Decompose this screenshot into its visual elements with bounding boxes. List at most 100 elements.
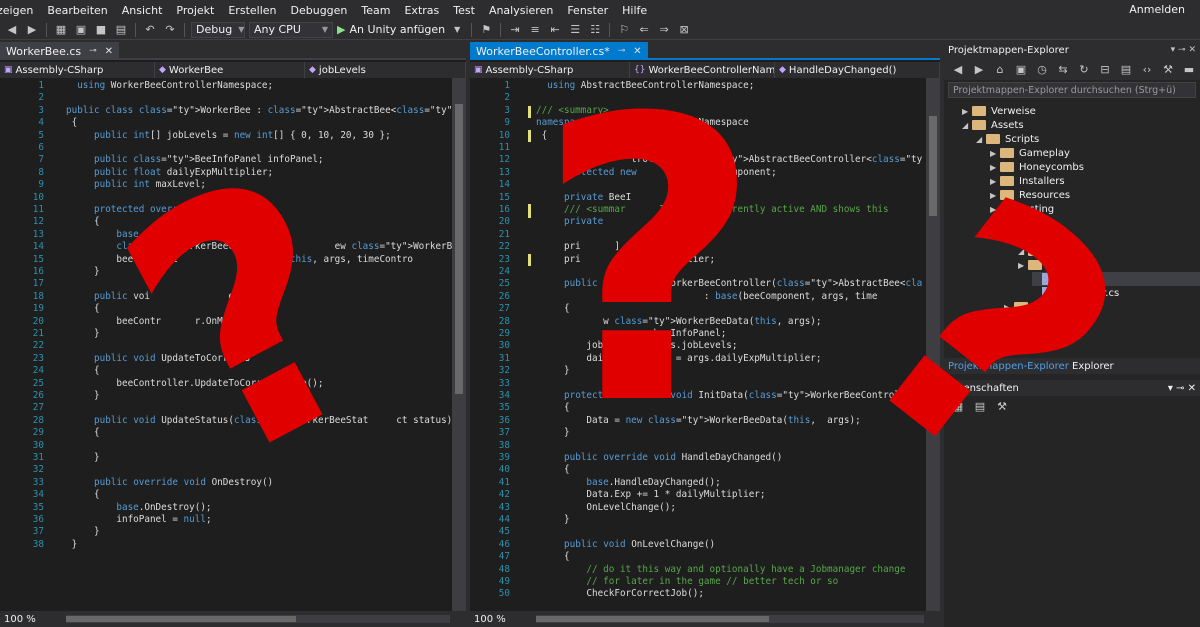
expand-toggle-icon[interactable]: ◢ xyxy=(976,135,986,144)
tree-item[interactable]: ▶ Verweise xyxy=(962,104,1200,118)
tree-item[interactable]: ▶ Installers xyxy=(990,174,1200,188)
pin-icon[interactable]: ⊸ xyxy=(89,46,97,56)
tab-workerbeecontroller[interactable]: WorkerBeeController.cs* ⊸ ✕ xyxy=(470,42,648,60)
configuration-dropdown[interactable]: Debug ▼ xyxy=(191,21,245,38)
preview-icon[interactable]: ▬ xyxy=(1181,61,1197,77)
tab-workerbee[interactable]: WorkerBee.cs ⊸ ✕ xyxy=(0,42,120,60)
switch-views-icon[interactable]: ▣ xyxy=(1013,61,1029,77)
tree-item[interactable]: ▶ Honeycombs xyxy=(990,160,1200,174)
tree-item[interactable]: ◢ its xyxy=(990,216,1200,230)
undo-icon[interactable]: ↶ xyxy=(142,22,158,38)
type-dropdown[interactable]: {}WorkerBeeControllerNamespac xyxy=(630,62,775,78)
expand-toggle-icon[interactable]: ◢ xyxy=(990,219,1000,228)
sync-icon[interactable]: ⇆ xyxy=(1055,61,1071,77)
project-dropdown[interactable]: ▣ Assembly-CSharp xyxy=(0,62,155,78)
comment-icon[interactable]: ☰ xyxy=(567,22,583,38)
wrench-icon[interactable]: ⚒ xyxy=(994,398,1010,414)
zoom-level[interactable]: 100 % xyxy=(474,614,506,625)
scroll-thumb[interactable] xyxy=(929,116,937,216)
tree-item[interactable]: ◢ Scripts xyxy=(976,132,1200,146)
code-editor[interactable]: 1 using AbstractBeeControllerNamespace; 2… xyxy=(470,78,922,611)
back-icon[interactable]: ◀ xyxy=(4,22,20,38)
refresh-icon[interactable]: ↻ xyxy=(1076,61,1092,77)
menu-item-2[interactable]: Ansicht xyxy=(115,4,170,17)
solution-search-input[interactable]: Projektmappen-Explorer durchsuchen (Strg… xyxy=(948,82,1196,98)
expand-toggle-icon[interactable]: ▶ xyxy=(962,107,972,116)
play-icon[interactable]: ▶ xyxy=(337,23,345,36)
code-editor[interactable]: 1 using WorkerBeeControllerNamespace; 2 3 p… xyxy=(0,78,452,611)
pin-icon[interactable]: ⊸ xyxy=(618,46,626,56)
tree-item[interactable]: Controller.cs xyxy=(1032,286,1200,300)
save-all-icon[interactable]: ▤ xyxy=(113,22,129,38)
step-icon[interactable]: ⇥ xyxy=(507,22,523,38)
explorer-tab[interactable]: Projektmappen-Explorer Explorer xyxy=(948,361,1114,372)
attach-unity-button[interactable]: An Unity anfügen xyxy=(349,23,445,36)
tree-item[interactable]: ▶ Testing xyxy=(990,202,1200,216)
home-icon[interactable]: ⌂ xyxy=(992,61,1008,77)
sign-in-link[interactable]: Anmelden xyxy=(1122,3,1192,16)
type-dropdown[interactable]: ◆ WorkerBee xyxy=(155,62,305,78)
tree-item[interactable]: ▶ Resources xyxy=(990,188,1200,202)
menu-item-1[interactable]: Bearbeiten xyxy=(40,4,114,17)
redo-icon[interactable]: ↷ xyxy=(162,22,178,38)
expand-toggle-icon[interactable]: ▶ xyxy=(990,177,1000,186)
expand-toggle-icon[interactable]: ▶ xyxy=(1018,261,1028,270)
panel-controls[interactable]: ▾ ⊸ ✕ xyxy=(1171,45,1196,55)
expand-toggle-icon[interactable]: ◢ xyxy=(1018,247,1028,256)
target-icon[interactable]: ⚑ xyxy=(478,22,494,38)
alphabetical-icon[interactable]: ▤ xyxy=(972,398,988,414)
menu-item-11[interactable]: Hilfe xyxy=(615,4,654,17)
tree-item[interactable]: ◢ Assets xyxy=(962,118,1200,132)
zoom-level[interactable]: 100 % xyxy=(4,614,36,625)
expand-toggle-icon[interactable]: ◢ xyxy=(962,121,972,130)
bookmark-clear-icon[interactable]: ⊠ xyxy=(676,22,692,38)
menu-item-9[interactable]: Analysieren xyxy=(482,4,560,17)
menu-item-5[interactable]: Debuggen xyxy=(284,4,355,17)
menu-item-4[interactable]: Erstellen xyxy=(221,4,283,17)
menu-item-3[interactable]: Projekt xyxy=(169,4,221,17)
menu-item-7[interactable]: Extras xyxy=(397,4,446,17)
chevron-down-icon[interactable]: ▼ xyxy=(449,22,465,38)
bookmark-prev-icon[interactable]: ⇐ xyxy=(636,22,652,38)
horizontal-scrollbar[interactable] xyxy=(535,615,924,623)
categorized-icon[interactable]: ▦ xyxy=(950,398,966,414)
expand-toggle-icon[interactable]: ◢ xyxy=(1004,233,1014,242)
copy-icon[interactable]: ▤ xyxy=(1118,61,1134,77)
indent-icon[interactable]: ⇤ xyxy=(547,22,563,38)
tree-item[interactable]: ▶ Gameplay xyxy=(990,146,1200,160)
expand-toggle-icon[interactable]: ▶ xyxy=(990,163,1000,172)
expand-toggle-icon[interactable]: ▶ xyxy=(990,149,1000,158)
menu-item-0[interactable]: zeigen xyxy=(0,4,40,17)
bookmark-next-icon[interactable]: ⇒ xyxy=(656,22,672,38)
align-icon[interactable]: ≡ xyxy=(527,22,543,38)
tree-item[interactable]: ◢ ctBee xyxy=(1004,230,1200,244)
vertical-scrollbar[interactable] xyxy=(926,78,940,611)
horizontal-scrollbar[interactable] xyxy=(65,615,450,623)
menu-item-8[interactable]: Test xyxy=(446,4,482,17)
panel-controls[interactable]: ▾ ⊸ ✕ xyxy=(1168,383,1196,394)
code-icon[interactable]: ‹› xyxy=(1139,61,1155,77)
collapse-icon[interactable]: ⊟ xyxy=(1097,61,1113,77)
wrench-icon[interactable]: ⚒ xyxy=(1160,61,1176,77)
menu-item-10[interactable]: Fenster xyxy=(560,4,615,17)
uncomment-icon[interactable]: ☷ xyxy=(587,22,603,38)
scroll-thumb[interactable] xyxy=(65,616,297,622)
save-icon[interactable]: ■ xyxy=(93,22,109,38)
member-dropdown[interactable]: ◆ HandleDayChanged() xyxy=(775,62,940,78)
bookmark-icon[interactable]: ⚐ xyxy=(616,22,632,38)
tree-item[interactable]: s.cs xyxy=(1032,272,1200,286)
new-project-icon[interactable]: ▦ xyxy=(53,22,69,38)
forward-icon[interactable]: ▶ xyxy=(24,22,40,38)
close-icon[interactable]: ✕ xyxy=(105,46,113,57)
forward-icon[interactable]: ▶ xyxy=(971,61,987,77)
close-icon[interactable]: ✕ xyxy=(633,46,641,57)
expand-toggle-icon[interactable]: ▶ xyxy=(1004,303,1014,312)
scroll-thumb[interactable] xyxy=(535,616,769,622)
project-dropdown[interactable]: ▣ Assembly-CSharp xyxy=(470,62,630,78)
history-icon[interactable]: ◷ xyxy=(1034,61,1050,77)
expand-toggle-icon[interactable]: ▶ xyxy=(990,191,1000,200)
menu-item-6[interactable]: Team xyxy=(354,4,397,17)
tree-item[interactable]: ▶ xyxy=(1018,258,1200,272)
scroll-thumb[interactable] xyxy=(455,104,463,394)
platform-dropdown[interactable]: Any CPU ▼ xyxy=(249,21,333,38)
